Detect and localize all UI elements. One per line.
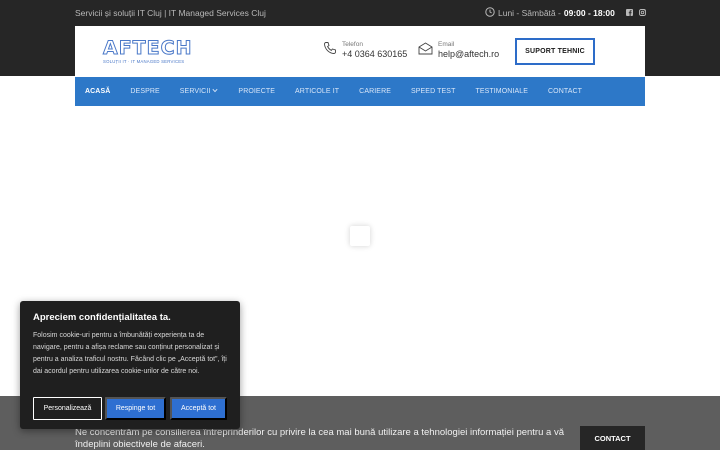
cookie-description: Folosim cookie-uri pentru a îmbunătăți e… — [33, 332, 227, 375]
nav-item-articole-it[interactable]: ARTICOLE IT — [285, 77, 349, 106]
facebook-icon[interactable] — [625, 8, 633, 16]
cookie-consent-dialog: Apreciem confidențialitatea ta. Folosim … — [20, 301, 240, 429]
nav-item-servicii[interactable]: SERVICII — [170, 77, 229, 106]
cta-text: Ne concentrăm pe consilierea întreprinde… — [75, 427, 564, 450]
topbar-tagline: Servicii și soluții IT Cluj | IT Managed… — [75, 8, 266, 18]
clock-icon — [485, 7, 495, 19]
nav-item-servicii-label: SERVICII — [179, 88, 211, 95]
logo-wordmark: AFTECH — [102, 37, 193, 59]
nav-item-proiecte[interactable]: PROIECTE — [228, 77, 285, 106]
loading-spinner — [350, 226, 370, 246]
support-button[interactable]: SUPORT TEHNIC — [515, 38, 595, 65]
phone-icon — [323, 41, 337, 60]
nav-item-speed-test[interactable]: SPEED TEST — [401, 77, 465, 106]
customize-cookies-button[interactable]: Personalizează — [33, 397, 102, 420]
email-contact[interactable]: Email help@aftech.ro — [418, 41, 499, 60]
chevron-down-icon — [212, 88, 218, 95]
main-nav: ACASĂ DESPRE SERVICII PROIECTE ARTICOLE … — [75, 77, 645, 106]
nav-item-acasa[interactable]: ACASĂ — [75, 77, 120, 106]
email-value[interactable]: help@aftech.ro — [438, 49, 499, 60]
cookie-title: Apreciem confidențialitatea ta. — [33, 312, 171, 323]
reject-all-button[interactable]: Respinge tot — [105, 397, 166, 420]
hours-time: 09:00 - 18:00 — [563, 8, 615, 18]
phone-contact[interactable]: Telefon +4 0364 630165 — [323, 41, 407, 60]
opening-hours: Luni - Sâmbătă - 09:00 - 18:00 — [485, 7, 615, 19]
hours-days: Luni - Sâmbătă - — [498, 8, 561, 18]
contact-button[interactable]: CONTACT — [580, 426, 645, 450]
logo-tagline: SOLUȚII IT · IT MANAGED SERVICES — [103, 59, 185, 64]
site-header: AFTECH SOLUȚII IT · IT MANAGED SERVICES … — [75, 26, 645, 77]
envelope-icon — [418, 41, 433, 60]
nav-item-cariere[interactable]: CARIERE — [349, 77, 401, 106]
nav-item-despre[interactable]: DESPRE — [120, 77, 169, 106]
nav-item-testimoniale[interactable]: TESTIMONIALE — [465, 77, 538, 106]
aftech-logo[interactable]: AFTECH SOLUȚII IT · IT MANAGED SERVICES — [102, 37, 193, 66]
accept-all-button[interactable]: Acceptă tot — [170, 397, 227, 420]
instagram-icon[interactable] — [638, 8, 646, 16]
phone-value[interactable]: +4 0364 630165 — [342, 49, 407, 60]
email-label: Email — [438, 41, 455, 48]
nav-item-contact[interactable]: CONTACT — [538, 77, 592, 106]
phone-label: Telefon — [342, 41, 363, 48]
